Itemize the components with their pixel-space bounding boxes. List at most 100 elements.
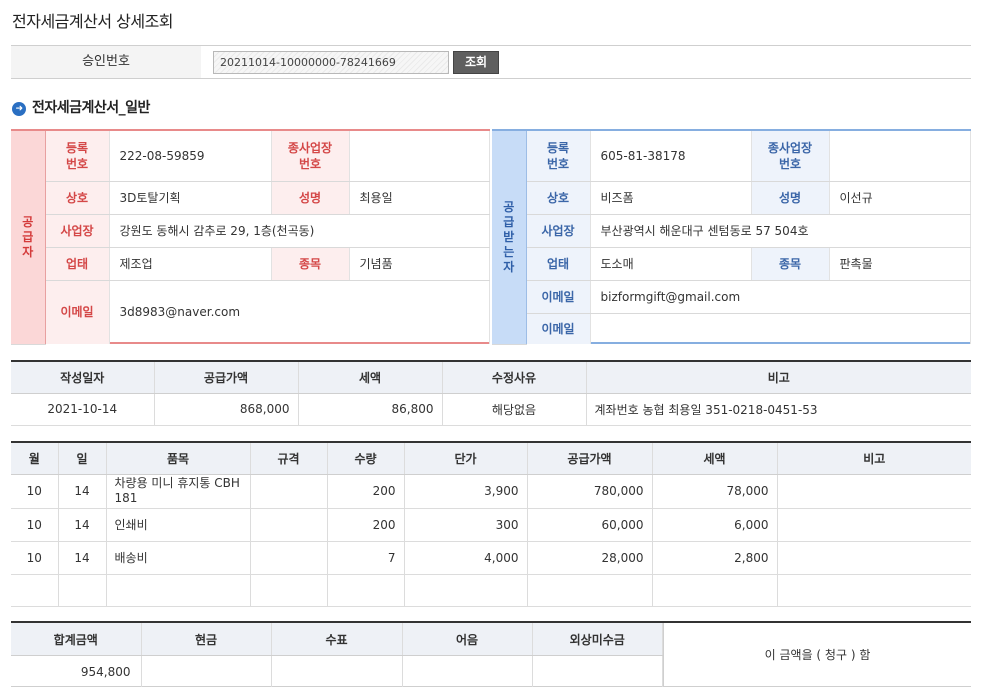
header-month: 월: [11, 442, 59, 475]
header-item: 품목: [106, 442, 251, 475]
items-table: 월 일 품목 규격 수량 단가 공급가액 세액 비고 10 14 차량용 미니 …: [11, 441, 971, 607]
table-row: [11, 574, 971, 607]
buyer-name: 비즈폼: [590, 181, 752, 215]
approval-search-bar: 승인번호 20211014-10000000-78241669 조회: [11, 45, 971, 79]
item-supply: 28,000: [527, 541, 653, 575]
item-month: 10: [11, 508, 59, 542]
header-revision-reason: 수정사유: [442, 361, 587, 394]
buyer-item: 판촉물: [829, 247, 971, 281]
credit-amount: [532, 655, 663, 687]
arrow-circle-icon: ➜: [12, 102, 26, 116]
item-day: 14: [58, 541, 107, 575]
header-total: 합계금액: [11, 623, 142, 656]
empty-cell: [11, 574, 59, 607]
issue-date: 2021-10-14: [11, 393, 155, 426]
supplier-branch-label: 종사업장번호: [271, 131, 350, 182]
item-supply: 60,000: [527, 508, 653, 542]
buyer-address: 부산광역시 해운대구 센텀동로 57 504호: [590, 214, 971, 248]
item-month: 10: [11, 474, 59, 509]
buyer-reg-label: 등록번호: [526, 131, 591, 182]
buyer-reg-no: 605-81-38178: [590, 131, 752, 182]
table-row: 10 14 인쇄비 200 300 60,000 6,000: [11, 508, 971, 542]
buyer-email2-label: 이메일: [526, 313, 591, 344]
header-day: 일: [58, 442, 107, 475]
supplier-biz-label: 업태: [45, 247, 110, 281]
check-amount: [271, 655, 403, 687]
buyer-email-label: 이메일: [526, 280, 591, 314]
header-qty: 수량: [327, 442, 405, 475]
approval-number-input[interactable]: 20211014-10000000-78241669: [213, 51, 449, 74]
header-credit: 외상미수금: [532, 623, 663, 656]
bill-amount: [402, 655, 533, 687]
item-qty: 200: [327, 474, 405, 509]
invoice-note: 계좌번호 농협 최용일 351-0218-0451-53: [586, 393, 971, 426]
buyer-email: bizformgift@gmail.com: [590, 280, 971, 314]
tax-amount: 86,800: [298, 393, 443, 426]
buyer-branch-label: 종사업장번호: [751, 131, 830, 182]
buyer-name-label: 상호: [526, 181, 591, 215]
search-button[interactable]: 조회: [453, 51, 499, 74]
buyer-item-label: 종목: [751, 247, 830, 281]
supplier-reg-label: 등록번호: [45, 131, 110, 182]
item-name: 배송비: [106, 541, 251, 575]
buyer-side-label: 공급받는자: [492, 131, 527, 345]
buyer-rep: 이선규: [829, 181, 971, 215]
empty-cell: [58, 574, 107, 607]
buyer-biz-label: 업태: [526, 247, 591, 281]
item-name: 차량용 미니 휴지통 CBH181: [106, 474, 251, 509]
approval-number-label: 승인번호: [11, 46, 201, 78]
supplier-address: 강원도 동해시 감추로 29, 1층(천곡동): [109, 214, 490, 248]
supplier-item: 기념품: [349, 247, 490, 281]
item-day: 14: [58, 508, 107, 542]
supplier-reg-no: 222-08-59859: [109, 131, 272, 182]
item-qty: 7: [327, 541, 405, 575]
item-month: 10: [11, 541, 59, 575]
empty-cell: [106, 574, 251, 607]
header-check: 수표: [271, 623, 403, 656]
supplier-email: 3d8983@naver.com: [109, 280, 490, 344]
supplier-name: 3D토탈기획: [109, 181, 272, 215]
item-spec: [250, 508, 328, 542]
header-tax: 세액: [652, 442, 778, 475]
header-issue-date: 작성일자: [11, 361, 155, 394]
supplier-name-label: 상호: [45, 181, 110, 215]
item-unit-price: 300: [404, 508, 528, 542]
header-tax: 세액: [298, 361, 443, 394]
header-unit-price: 단가: [404, 442, 528, 475]
header-spec: 규격: [250, 442, 328, 475]
buyer-email2: [590, 313, 971, 344]
item-tax: 78,000: [652, 474, 778, 509]
supply-amount: 868,000: [154, 393, 299, 426]
empty-cell: [777, 574, 971, 607]
buyer-rep-label: 성명: [751, 181, 830, 215]
supplier-email-label: 이메일: [45, 280, 110, 344]
page-title: 전자세금계산서 상세조회: [12, 12, 174, 31]
empty-cell: [327, 574, 405, 607]
item-spec: [250, 474, 328, 509]
empty-cell: [652, 574, 778, 607]
header-bill: 어음: [402, 623, 533, 656]
empty-cell: [404, 574, 528, 607]
item-note: [777, 474, 971, 509]
item-qty: 200: [327, 508, 405, 542]
header-cash: 현금: [141, 623, 272, 656]
total-amount: 954,800: [11, 655, 142, 687]
header-note: 비고: [586, 361, 971, 394]
table-row: 10 14 배송비 7 4,000 28,000 2,800: [11, 541, 971, 575]
item-tax: 2,800: [652, 541, 778, 575]
invoice-info-table: 작성일자 공급가액 세액 수정사유 비고 2021-10-14 868,000 …: [11, 360, 971, 426]
item-supply: 780,000: [527, 474, 653, 509]
item-day: 14: [58, 474, 107, 509]
supplier-addr-label: 사업장: [45, 214, 110, 248]
revision-reason: 해당없음: [442, 393, 587, 426]
buyer-biz-type: 도소매: [590, 247, 752, 281]
empty-cell: [527, 574, 653, 607]
supplier-biz-type: 제조업: [109, 247, 272, 281]
section-title: ➜ 전자세금계산서_일반: [12, 97, 150, 117]
item-note: [777, 541, 971, 575]
supplier-panel: 공급자 등록번호 222-08-59859 종사업장번호 상호 3D토탈기획 성…: [11, 129, 490, 345]
item-unit-price: 3,900: [404, 474, 528, 509]
header-supply: 공급가액: [527, 442, 653, 475]
summary-section: 합계금액 현금 수표 어음 외상미수금 954,800 이 금액을 ( 청구 )…: [11, 621, 971, 687]
header-supply-amount: 공급가액: [154, 361, 299, 394]
